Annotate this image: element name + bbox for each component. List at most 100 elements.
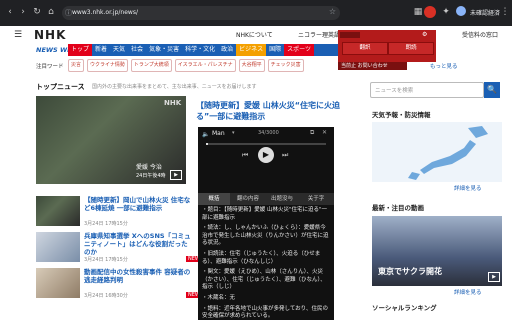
more-link[interactable]: もっと見る [430, 62, 458, 70]
hot-words-list: 災言 ウクライナ情勢 トランプ大統領 イスラエル・パレスチナ 大谷翔平 チェック… [68, 59, 304, 72]
main-news-title[interactable]: 【随時更新】愛媛 山林火災“住宅に火迫る”一部に避難指示 [196, 100, 344, 122]
site-info-icon[interactable]: ⓘ [65, 8, 72, 18]
search-placeholder: ニュースを検索 [375, 88, 414, 94]
header-link-about[interactable]: NHKについて [236, 30, 273, 39]
rewind-icon[interactable]: ⏮ [242, 151, 248, 160]
read-aloud-button[interactable]: 朗読 [388, 42, 434, 55]
list-item[interactable]: 兵庫県知事選挙 XへのSNS「コミュニティノート」はどんな役割だったのか 3月2… [36, 232, 202, 266]
nav-top[interactable]: トップ [68, 44, 93, 56]
news-date: 3月24日 16時30分 [84, 293, 128, 299]
main-caption-time: 24日午後4時 [136, 173, 166, 179]
speaker-icon[interactable]: 🔈 [202, 131, 209, 138]
video-caption: 東京でサクラ開花 [378, 267, 442, 276]
forward-icon[interactable]: ⏭ [282, 151, 288, 160]
active-extension-icon[interactable] [424, 6, 436, 18]
hot-word-tag[interactable]: イスラエル・パレスチナ [174, 59, 236, 72]
forward-icon[interactable]: › [17, 7, 29, 19]
main-news-image[interactable]: NHK 愛媛 今治 24日午後4時 ▶ [36, 96, 186, 184]
nhk-logo[interactable]: NHK [34, 28, 66, 42]
nav-disaster[interactable]: 気象・災害 [146, 44, 182, 56]
tab-questions[interactable]: 出题没与 [266, 193, 298, 205]
nav-society[interactable]: 社会 [128, 44, 146, 56]
news-date: 3月24日 17時15分 [84, 257, 128, 263]
chevron-down-icon[interactable]: ▾ [232, 130, 235, 136]
top-news-heading: トップニュース [36, 83, 85, 91]
news-title[interactable]: 兵庫県知事選挙 XへのSNS「コミュニティノート」はどんな役割だったのか [84, 232, 194, 256]
menu-icon[interactable]: ⋮ [499, 7, 511, 19]
bookmark-star-icon[interactable]: ☆ [329, 7, 336, 16]
popup-line: ・語料：近年各地で山火事が多発しており、住民の安全確保が求められている。 [202, 305, 328, 320]
nav-sports[interactable]: スポーツ [284, 44, 315, 56]
translate-label: 翻訳 [359, 45, 371, 51]
nav-latest[interactable]: 新着 [92, 44, 110, 56]
translate-button[interactable]: 翻訳 [342, 42, 388, 55]
play-button[interactable]: ▶ [258, 147, 274, 163]
japan-map-shape [408, 126, 488, 180]
top-news-notice: 国内外の主要な出来事をまとめて、主な出来事、ニュースをお届けします [92, 84, 257, 90]
tab-summary[interactable]: 概括 [198, 193, 230, 205]
list-item[interactable]: 【随時更新】岡山で山林火災 住宅など6棟延焼 一部に避難指示 3月24日 17時… [36, 196, 196, 230]
header-link-english[interactable]: ニコラー理英語 [298, 30, 340, 39]
latest-video-heading: 最新・注目の動画 [372, 204, 424, 212]
progress-fill [206, 143, 208, 145]
nav-science[interactable]: 科学・文化 [182, 44, 218, 56]
hot-word-tag[interactable]: チェック災害 [267, 59, 304, 72]
popup-line: ・木蔵名：无 [202, 294, 236, 301]
news-thumbnail [36, 268, 80, 298]
extension-footer[interactable]: 当前止 お問い合わせ [338, 62, 407, 70]
video-play-icon[interactable]: ▶ [488, 272, 500, 282]
nhk-watermark: NHK [164, 99, 182, 107]
nav-international[interactable]: 国際 [266, 44, 284, 56]
settings-icon[interactable]: ⚙ [422, 31, 427, 38]
main-caption: 愛媛 今治 [136, 164, 162, 171]
voice-select[interactable]: Man [212, 130, 225, 137]
nav-business[interactable]: ビジネス [236, 44, 267, 56]
hamburger-icon[interactable]: ☰ [14, 30, 22, 40]
search-input[interactable]: ニュースを検索 [370, 82, 484, 98]
copy-icon[interactable]: ⧉ [310, 129, 314, 137]
video-thumbnail[interactable]: 東京でサクラ開花 ▶ [372, 216, 502, 286]
extensions-icon[interactable]: ▦ [412, 7, 424, 19]
search-button[interactable]: 🔍 [484, 82, 500, 98]
popup-line: ・题目：【随時更新】愛媛 山林火災"住宅に迫る"一部に避難指示 [202, 207, 328, 221]
reload-icon[interactable]: ↻ [31, 7, 43, 19]
news-thumbnail [36, 196, 80, 226]
weather-heading: 天気予報・防災情報 [372, 111, 431, 119]
nav-politics[interactable]: 政治 [218, 44, 236, 56]
puzzle-icon[interactable]: ✦ [440, 7, 452, 19]
popup-line: ・旧読法：住宅（じゅうたく）、火迫る（ひせまる）、避難指示（ひなんしじ） [202, 250, 321, 265]
back-icon[interactable]: ‹ [4, 7, 16, 19]
hot-word-tag[interactable]: トランプ大統領 [130, 59, 172, 72]
news-thumbnail [36, 232, 80, 262]
read-aloud-label: 朗読 [405, 45, 417, 51]
hot-word-tag[interactable]: 災言 [68, 59, 85, 72]
close-icon[interactable]: ✕ [322, 129, 327, 136]
video-link[interactable]: 詳細を見る [454, 288, 482, 296]
extension-title-bar [340, 32, 360, 38]
popup-content: ・题目：【随時更新】愛媛 山林火災"住宅に迫る"一部に避難指示 ・読法：し、しゃ… [202, 207, 330, 321]
browser-toolbar: ‹ › ↻ ⌂ ⓘ www3.nhk.or.jp/news/ ☆ ▦ ✦ 未確認… [0, 0, 512, 26]
home-icon[interactable]: ⌂ [45, 7, 57, 19]
list-item[interactable]: 動画配信中の女性殺害事件 容疑者の逃走経路判明 3月24日 16時30分 NEW [36, 268, 202, 302]
nav-weather[interactable]: 天気 [110, 44, 128, 56]
weather-link[interactable]: 詳細を見る [454, 184, 482, 192]
popup-tabs: 概括 翻の内容 出题没与 关于字 [198, 193, 334, 205]
popup-line: ・関文：愛媛（えひめ）、山林（さんりん）、火災（かさい）、住宅（じゅうたく）、避… [202, 269, 326, 291]
main-nav: トップ 新着 天気 社会 気象・災害 科学・文化 政治 ビジネス 国際 スポーツ [68, 44, 382, 56]
weather-map[interactable] [372, 122, 502, 182]
hot-word-tag[interactable]: 大谷翔平 [238, 59, 265, 72]
news-title[interactable]: 動画配信中の女性殺害事件 容疑者の逃走経路判明 [84, 268, 194, 284]
play-video-icon[interactable]: ▶ [170, 170, 182, 180]
profile-label: 未確認経済 [470, 10, 501, 17]
hot-word-tag[interactable]: ウクライナ情勢 [87, 59, 128, 72]
news-title[interactable]: 【随時更新】岡山で山林火災 住宅など6棟延焼 一部に避難指示 [84, 196, 194, 212]
progress-track[interactable] [206, 143, 326, 145]
url-text: www3.nhk.or.jp/news/ [72, 9, 138, 16]
tab-content[interactable]: 翻の内容 [232, 193, 264, 205]
avatar[interactable] [456, 6, 466, 16]
address-bar[interactable]: ⓘ www3.nhk.or.jp/news/ ☆ [62, 6, 340, 20]
header-link-fee[interactable]: 受信料の窓口 [462, 30, 498, 39]
tab-about[interactable]: 关于字 [300, 193, 332, 205]
reader-popup: 🔈 Man ▾ 34/3000 ⧉ ✕ ⏮ ▶ ⏭ 概括 翻の内容 出题没与 关… [198, 127, 334, 320]
social-ranking-heading: ソーシャルランキング [372, 304, 437, 312]
